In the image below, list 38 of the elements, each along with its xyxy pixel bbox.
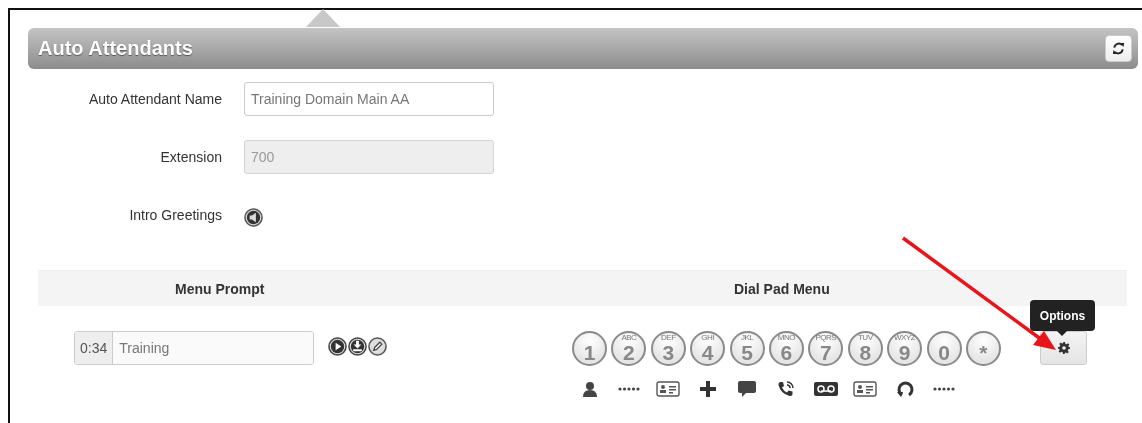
- text-field[interactable]: Training Domain Main AA: [244, 82, 494, 116]
- play-icon[interactable]: [328, 337, 347, 356]
- column-header: Menu Prompt: [175, 280, 265, 297]
- dial-key[interactable]: 0: [926, 331, 962, 366]
- prompt-field[interactable]: 0:34 Training: [74, 331, 314, 365]
- phone-icon: [777, 380, 796, 398]
- dial-key[interactable]: TUV 8: [847, 331, 883, 366]
- field-label: Auto Attendant Name: [87, 91, 222, 107]
- dial-key[interactable]: MNO 6: [768, 331, 804, 366]
- dial-key[interactable]: ABC 2: [611, 331, 647, 366]
- person-icon: [581, 381, 598, 397]
- plus-icon: [699, 381, 716, 397]
- dots-icon: [933, 386, 955, 392]
- dial-key[interactable]: *: [965, 331, 1001, 366]
- dial-key[interactable]: DEF 3: [650, 331, 686, 366]
- panel-title: Auto Attendants: [38, 37, 193, 60]
- column-header: Dial Pad Menu: [734, 280, 830, 297]
- tooltip: Options: [1030, 300, 1095, 331]
- dial-key[interactable]: GHI 4: [690, 331, 726, 366]
- contact-card-icon: [656, 381, 681, 397]
- field-label: Extension: [159, 149, 222, 165]
- dial-key[interactable]: PQRS 7: [808, 331, 844, 366]
- duration-label: 0:34: [75, 332, 114, 364]
- dial-key[interactable]: 1: [572, 331, 607, 366]
- voicemail-icon: [813, 382, 838, 396]
- dial-key[interactable]: WXYZ 9: [887, 331, 923, 366]
- contact-card-icon: [853, 381, 878, 397]
- speaker-icon[interactable]: [244, 207, 263, 227]
- dial-key[interactable]: JKL 5: [729, 331, 765, 366]
- field-label: Intro Greetings: [128, 207, 222, 223]
- pencil-icon[interactable]: [368, 337, 387, 356]
- dots-icon: [617, 386, 640, 392]
- refresh-icon: [1112, 42, 1125, 55]
- speech-bubble-icon: [738, 380, 757, 398]
- undo-arrow-icon: [895, 380, 914, 398]
- settings-icon: [1057, 342, 1070, 354]
- refresh-button[interactable]: [1105, 35, 1132, 62]
- download-icon[interactable]: [348, 337, 367, 356]
